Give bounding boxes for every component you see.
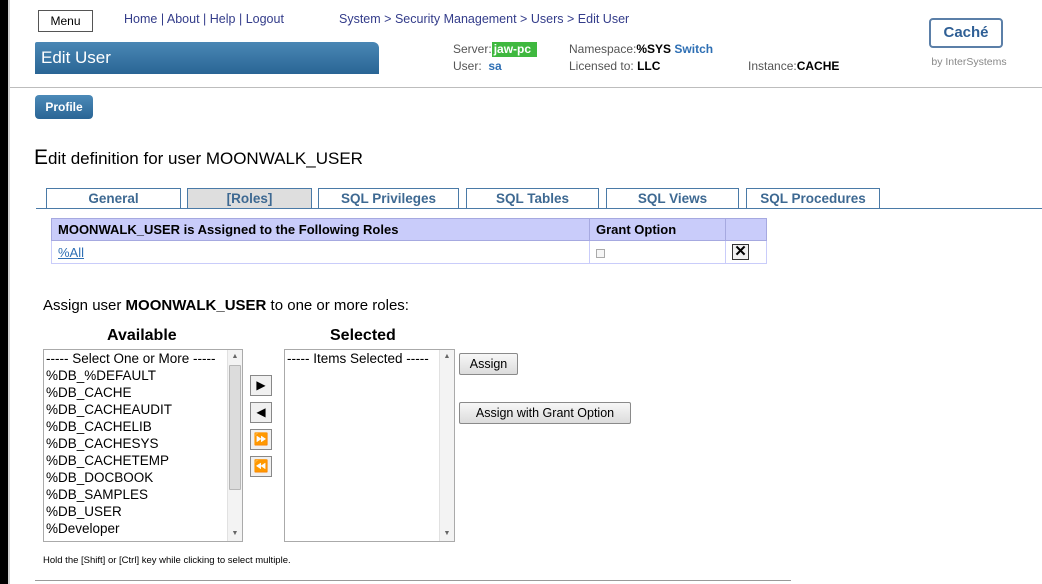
instance-info: Instance:CACHE	[748, 59, 839, 73]
roles-column-header: MOONWALK_USER is Assigned to the Followi…	[51, 218, 590, 241]
nav-about-link[interactable]: About	[167, 12, 200, 26]
nav-help-link[interactable]: Help	[210, 12, 236, 26]
table-header-row: MOONWALK_USER is Assigned to the Followi…	[51, 218, 767, 241]
grant-cell	[589, 240, 726, 264]
tab-sql-tables[interactable]: SQL Tables	[466, 188, 599, 209]
page-title-text: dit definition for user MOONWALK_USER	[48, 149, 363, 168]
nav-home-link[interactable]: Home	[124, 12, 157, 26]
move-all-right-icon[interactable]: ⏩	[250, 429, 272, 450]
available-roles-list[interactable]: ----- Select One or More ----- %DB_%DEFA…	[43, 349, 243, 542]
namespace-label: Namespace:	[569, 42, 637, 56]
tab-baseline	[36, 208, 1042, 209]
available-list-scrollbar[interactable]: ▲ ▼	[227, 350, 242, 541]
user-label: User:	[453, 59, 482, 73]
licensed-value: LLC	[637, 59, 661, 73]
move-right-icon[interactable]: ▶	[250, 375, 272, 396]
nav-separator: |	[160, 12, 165, 26]
bottom-divider	[35, 580, 791, 581]
assign-instructions: Assign user MOONWALK_USER to one or more…	[43, 297, 409, 314]
window-left-border	[0, 0, 8, 584]
selected-heading: Selected	[330, 327, 396, 344]
page-title-initial: E	[34, 146, 49, 169]
grant-option-checkbox[interactable]	[596, 248, 605, 258]
nav-logout-link[interactable]: Logout	[246, 12, 284, 26]
tab-general[interactable]: General	[46, 188, 181, 209]
profile-button[interactable]: Profile	[35, 95, 93, 119]
move-all-left-icon[interactable]: ⏪	[250, 456, 272, 477]
instance-label: Instance:	[748, 59, 797, 73]
menu-button[interactable]: Menu	[38, 10, 93, 32]
assign-with-grant-option-button[interactable]: Assign with Grant Option	[459, 402, 631, 424]
move-left-icon[interactable]: ◀	[250, 402, 272, 423]
scroll-up-arrow-icon[interactable]: ▲	[228, 350, 242, 364]
remove-role-button[interactable]: ✕	[732, 244, 749, 261]
role-link-all[interactable]: %All	[58, 245, 84, 260]
tab-sql-views[interactable]: SQL Views	[606, 188, 739, 209]
multi-select-hint: Hold the [Shift] or [Ctrl] key while cli…	[43, 555, 291, 566]
selected-roles-list[interactable]: ----- Items Selected ----- ▲ ▼	[284, 349, 455, 542]
breadcrumb-system[interactable]: System	[339, 12, 381, 26]
list-item[interactable]: %DB_CACHESYS	[44, 435, 242, 452]
breadcrumb-separator: >	[384, 12, 392, 26]
cache-logo: Caché	[929, 18, 1003, 48]
license-info: Licensed to: LLC	[569, 59, 660, 73]
list-item[interactable]: %DB_CACHE	[44, 384, 242, 401]
page-title: Edit definition for user MOONWALK_USER	[34, 146, 363, 170]
list-item[interactable]: %DB_DOCBOOK	[44, 469, 242, 486]
assign-user-name: MOONWALK_USER	[125, 297, 267, 314]
table-row: %All ✕	[51, 240, 767, 264]
list-item[interactable]: %DB_SAMPLES	[44, 486, 242, 503]
remove-cell: ✕	[725, 240, 767, 264]
scrollbar-thumb[interactable]	[229, 365, 241, 490]
grant-option-column-header: Grant Option	[589, 218, 726, 241]
assign-prefix: Assign user	[43, 297, 126, 314]
role-cell: %All	[51, 240, 590, 264]
breadcrumb-users[interactable]: Users	[531, 12, 564, 26]
instance-value: CACHE	[796, 59, 840, 73]
breadcrumb-security-management[interactable]: Security Management	[395, 12, 517, 26]
switch-namespace-link[interactable]: Switch	[674, 42, 713, 56]
namespace-value: %SYS	[636, 42, 672, 56]
page-header-title: Edit User	[35, 42, 379, 74]
tab-sql-procedures[interactable]: SQL Procedures	[746, 188, 880, 209]
available-heading: Available	[107, 327, 177, 344]
list-item[interactable]: ----- Items Selected -----	[285, 350, 454, 367]
nav-separator: |	[238, 12, 243, 26]
scroll-down-arrow-icon[interactable]: ▼	[228, 527, 242, 541]
tab-roles[interactable]: [Roles]	[187, 188, 312, 209]
server-label: Server:	[453, 42, 492, 56]
list-item[interactable]: %Developer	[44, 520, 242, 537]
breadcrumb: System > Security Management > Users > E…	[339, 12, 629, 26]
breadcrumb-separator: >	[566, 12, 575, 26]
tab-sql-privileges[interactable]: SQL Privileges	[318, 188, 459, 209]
assigned-roles-table: MOONWALK_USER is Assigned to the Followi…	[51, 218, 767, 264]
assign-button[interactable]: Assign	[459, 353, 518, 375]
licensed-label: Licensed to:	[569, 59, 634, 73]
namespace-info: Namespace:%SYS Switch	[569, 42, 713, 56]
top-nav: Home | About | Help | Logout	[124, 12, 284, 26]
server-info: Server: jaw-pc	[453, 42, 538, 57]
nav-separator: |	[203, 12, 207, 26]
breadcrumb-edit-user[interactable]: Edit User	[578, 12, 629, 26]
breadcrumb-separator: >	[520, 12, 528, 26]
list-item[interactable]: ----- Select One or More -----	[44, 350, 242, 367]
user-value: sa	[488, 59, 502, 73]
list-item[interactable]: %DB_%DEFAULT	[44, 367, 242, 384]
scroll-up-arrow-icon[interactable]: ▲	[440, 350, 454, 364]
user-info: User: sa	[453, 59, 502, 73]
list-item[interactable]: %DB_CACHEAUDIT	[44, 401, 242, 418]
remove-column-header	[725, 218, 767, 241]
logo-subtitle: by InterSystems	[931, 56, 1007, 68]
assign-suffix: to one or more roles:	[266, 297, 409, 314]
server-value: jaw-pc	[491, 42, 538, 57]
selected-list-scrollbar[interactable]: ▲ ▼	[439, 350, 454, 541]
list-item[interactable]: %DB_CACHETEMP	[44, 452, 242, 469]
header-divider	[10, 87, 1042, 88]
list-item[interactable]: %DB_CACHELIB	[44, 418, 242, 435]
scroll-down-arrow-icon[interactable]: ▼	[440, 527, 454, 541]
list-item[interactable]: %DB_USER	[44, 503, 242, 520]
